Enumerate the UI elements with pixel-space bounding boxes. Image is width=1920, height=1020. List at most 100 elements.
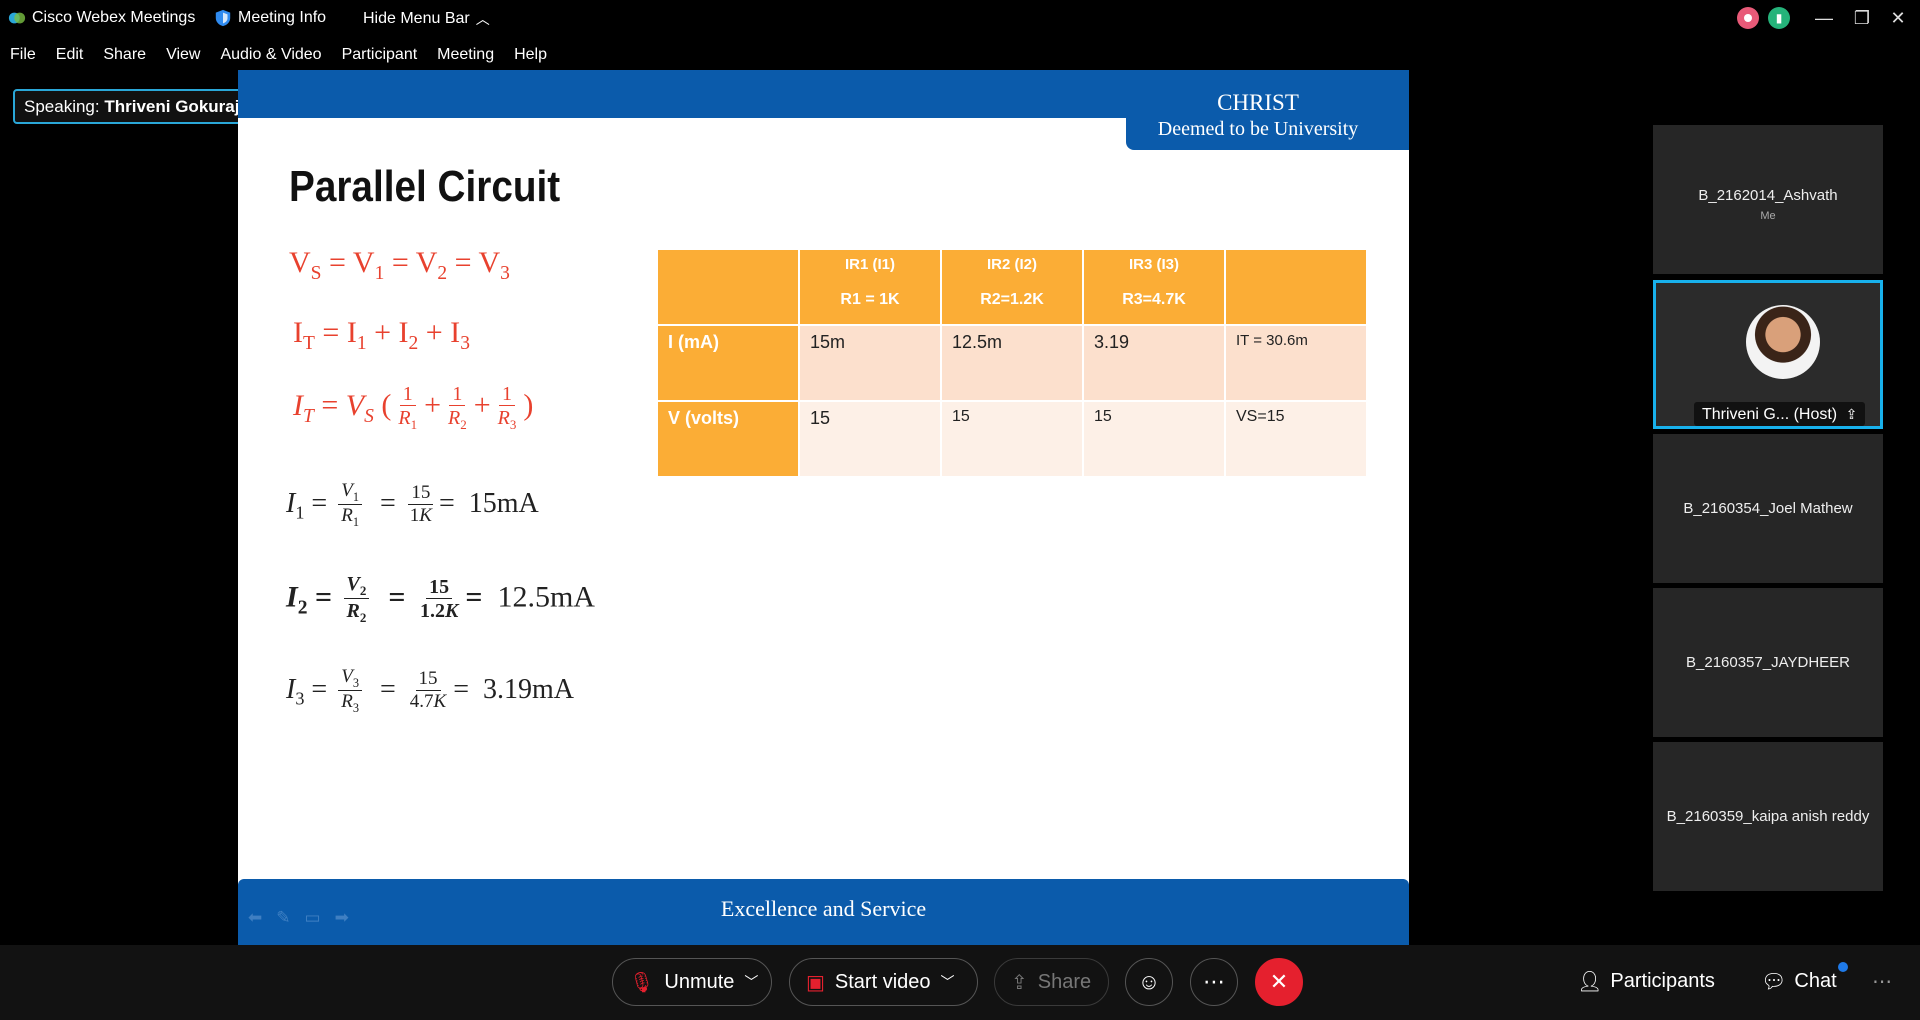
emoji-icon: ☺ xyxy=(1137,969,1161,994)
header-top: IR2 (I2) xyxy=(986,256,1037,273)
unmute-label: Unmute xyxy=(664,970,735,993)
end-meeting-button[interactable]: ✕ xyxy=(1255,958,1303,1006)
pen-icon[interactable]: ✎ xyxy=(276,908,290,928)
equation-i1: I1 = V1 R1 = 15 1K = 15mA xyxy=(286,480,539,530)
logo-line2: Deemed to be University xyxy=(1157,118,1359,140)
more-icon: ⋯ xyxy=(1203,969,1225,994)
participant-name: B_2162014_Ashvath xyxy=(1698,187,1838,204)
recording-icon[interactable] xyxy=(1737,7,1759,29)
participant-name: Thriveni G... (Host) xyxy=(1702,406,1838,423)
shield-icon xyxy=(215,9,231,27)
close-x-icon: ✕ xyxy=(1269,969,1289,994)
close-icon[interactable]: ✕ xyxy=(1884,4,1912,32)
restore-icon[interactable]: ❐ xyxy=(1848,4,1876,32)
participant-tile[interactable]: B_2160354_Joel Mathew xyxy=(1653,434,1883,583)
mic-muted-icon: 🎙︎ xyxy=(629,971,655,994)
menu-view[interactable]: View xyxy=(156,42,210,70)
app-title: Cisco Webex Meetings xyxy=(8,9,195,27)
video-off-icon: ▣ xyxy=(806,971,825,994)
row-label: V (volts) xyxy=(658,402,800,478)
table-row: V (volts) 15 15 15 VS=15 xyxy=(658,402,1368,478)
share-icon: ⇪ xyxy=(1845,406,1858,422)
share-button[interactable]: ⇪ Share xyxy=(994,958,1109,1006)
table-header-cell xyxy=(1226,250,1368,326)
hide-menu-bar-button[interactable]: Hide Menu Bar ︿ xyxy=(363,9,490,29)
participant-sub: Me xyxy=(1760,210,1776,222)
unmute-button[interactable]: 🎙︎ Unmute ﹀ xyxy=(612,958,772,1006)
menu-audio-video[interactable]: Audio & Video xyxy=(210,42,331,70)
chat-notification-dot xyxy=(1838,962,1848,972)
start-video-button[interactable]: ▣ Start video ﹀ xyxy=(789,958,978,1006)
app-name: Cisco Webex Meetings xyxy=(32,9,196,26)
equation-total-current: IT = VS (1 R1 +1 R2 +1 R3) xyxy=(293,383,534,432)
header-bottom: R2=1.2K xyxy=(980,291,1044,308)
participant-tile-active-speaker[interactable]: Thriveni G... (Host) ⇪ xyxy=(1653,280,1883,429)
slides-icon[interactable]: ▭ xyxy=(305,908,321,928)
menu-file[interactable]: File xyxy=(0,42,46,70)
current-voltage-table: IR1 (I1) R1 = 1K IR2 (I2) R2=1.2K IR3 (I… xyxy=(658,250,1368,478)
chevron-up-icon: ︿ xyxy=(475,11,490,27)
table-cell: 15m xyxy=(800,326,942,402)
slide-title: Parallel Circuit xyxy=(289,162,561,211)
i1-result: 15mA xyxy=(468,487,539,519)
more-icon: ⋯ xyxy=(1872,971,1892,993)
table-cell: 12.5m xyxy=(942,326,1084,402)
table-cell: IT = 30.6m xyxy=(1226,326,1368,402)
participant-tile[interactable]: B_2162014_Ashvath Me xyxy=(1653,125,1883,274)
participant-name: B_2160354_Joel Mathew xyxy=(1683,500,1853,517)
chat-button[interactable]: 💬︎ Chat xyxy=(1761,969,1837,994)
slide-footer-text: Excellence and Service xyxy=(720,896,927,921)
menu-participant[interactable]: Participant xyxy=(332,42,428,70)
shared-slide: CHRIST Deemed to be University Parallel … xyxy=(238,70,1409,945)
meeting-info-button[interactable]: Meeting Info xyxy=(214,9,326,27)
annotation-toolbar: ⬅ ✎ ▭ ➡ xyxy=(248,908,349,928)
table-header-cell: IR1 (I1) R1 = 1K xyxy=(800,250,942,326)
menu-share[interactable]: Share xyxy=(93,42,156,70)
overflow-menu-button[interactable]: ⋯ xyxy=(1872,969,1892,994)
equation-voltage: VS = V1 = V2 = V3 xyxy=(289,246,510,284)
participant-tile[interactable]: B_2160357_JAYDHEER xyxy=(1653,588,1883,737)
chevron-down-icon: ﹀ xyxy=(744,974,759,990)
more-options-button[interactable]: ⋯ xyxy=(1190,958,1238,1006)
table-header-cell: IR3 (I3) R3=4.7K xyxy=(1084,250,1226,326)
participant-tile[interactable]: B_2160359_kaipa anish reddy xyxy=(1653,742,1883,891)
menu-meeting[interactable]: Meeting xyxy=(427,42,504,70)
table-cell: 15 xyxy=(1084,402,1226,478)
table-header-cell xyxy=(658,250,800,326)
participant-name: B_2160359_kaipa anish reddy xyxy=(1666,808,1870,825)
speaking-label: Speaking: xyxy=(24,97,100,116)
table-header-row: IR1 (I1) R1 = 1K IR2 (I2) R2=1.2K IR3 (I… xyxy=(658,250,1368,326)
table-row: I (mA) 15m 12.5m 3.19 IT = 30.6m xyxy=(658,326,1368,402)
header-bottom: R3=4.7K xyxy=(1122,291,1186,308)
university-logo: CHRIST Deemed to be University xyxy=(1143,90,1373,142)
menu-help[interactable]: Help xyxy=(504,42,557,70)
arrow-left-icon[interactable]: ⬅ xyxy=(248,908,262,928)
logo-line1: CHRIST xyxy=(1217,90,1299,115)
row-label: I (mA) xyxy=(658,326,800,402)
share-label: Share xyxy=(1037,970,1092,993)
chat-label: Chat xyxy=(1794,970,1837,992)
participant-name-pill: Thriveni G... (Host) ⇪ xyxy=(1694,402,1866,426)
table-cell: 3.19 xyxy=(1084,326,1226,402)
hide-menu-label: Hide Menu Bar xyxy=(363,10,470,27)
participants-label: Participants xyxy=(1610,970,1715,992)
start-video-label: Start video xyxy=(834,970,931,993)
equation-i2: I2 = V2 R2 = 15 1.2K = 12.5mA xyxy=(286,573,595,626)
webex-logo-icon xyxy=(8,12,26,24)
stats-icon[interactable]: ▮ xyxy=(1768,7,1790,29)
minimize-icon[interactable]: — xyxy=(1810,4,1838,32)
equation-current-sum: IT = I1 + I2 + I3 xyxy=(293,316,470,354)
participant-name: B_2160357_JAYDHEER xyxy=(1686,654,1850,671)
equation-i3: I3 = V3 R3 = 15 4.7K = 3.19mA xyxy=(286,666,575,716)
chat-bubble-icon: 💬︎ xyxy=(1761,971,1787,993)
person-icon: 👤︎ xyxy=(1577,971,1603,993)
menu-bar: File Edit Share View Audio & Video Parti… xyxy=(0,42,557,70)
menu-edit[interactable]: Edit xyxy=(46,42,94,70)
reactions-button[interactable]: ☺ xyxy=(1125,958,1173,1006)
table-cell: 15 xyxy=(800,402,942,478)
table-cell: 15 xyxy=(942,402,1084,478)
participants-button[interactable]: 👤︎ Participants xyxy=(1577,969,1715,994)
arrow-right-icon[interactable]: ➡ xyxy=(335,908,349,928)
table-cell: VS=15 xyxy=(1226,402,1368,478)
title-bar: Cisco Webex Meetings Meeting Info Hide M… xyxy=(0,0,1920,38)
